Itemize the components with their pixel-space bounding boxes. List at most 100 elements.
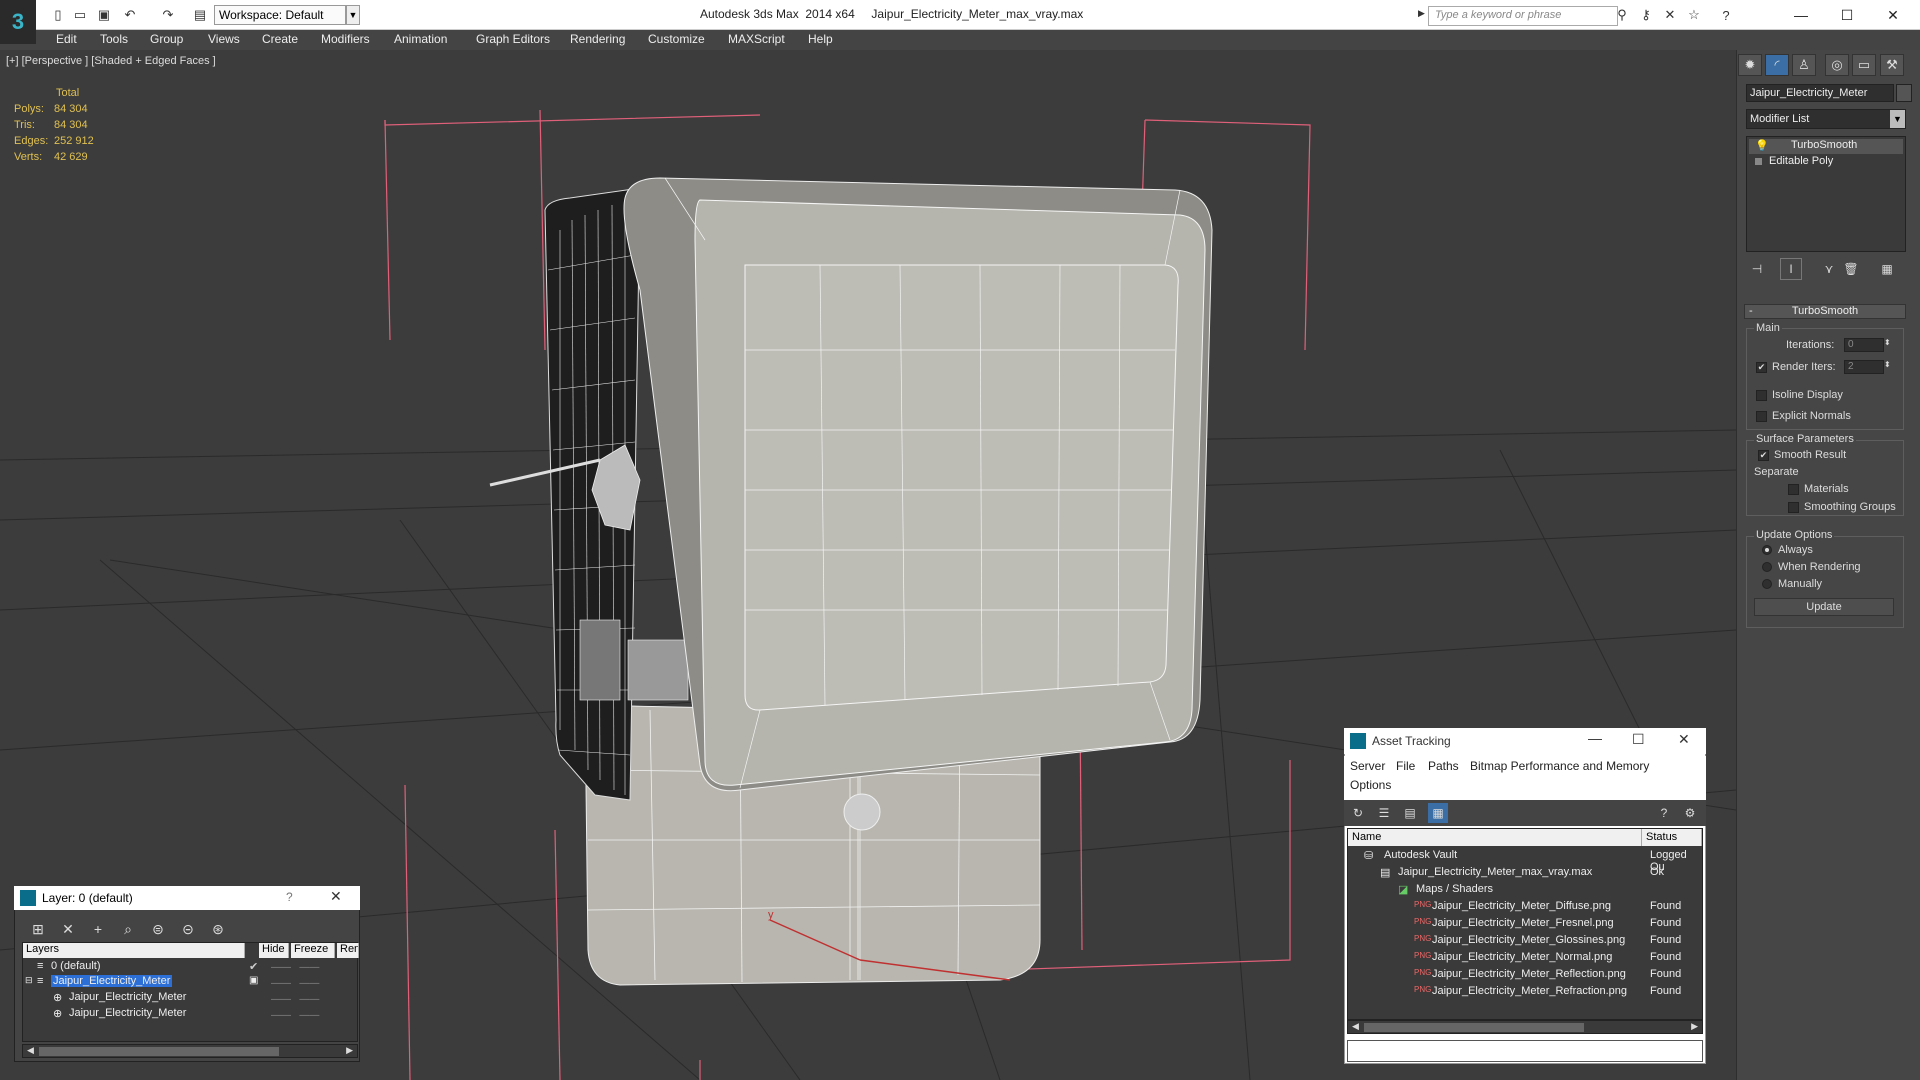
- asset-menu-bitmap-performance[interactable]: Bitmap Performance and Memory: [1470, 759, 1649, 773]
- scroll-left-icon[interactable]: ◀: [1352, 1021, 1359, 1032]
- update-always-radio[interactable]: [1762, 545, 1772, 555]
- asset-row[interactable]: PNG Jaipur_Electricity_Meter_Refraction.…: [1348, 983, 1702, 1000]
- app-logo-icon[interactable]: 3: [0, 0, 36, 44]
- layer-row[interactable]: ≡ 0 (default) ✔: [23, 960, 258, 975]
- scroll-right-icon[interactable]: ▶: [346, 1045, 353, 1056]
- asset-menu-paths[interactable]: Paths: [1428, 759, 1459, 773]
- render-iters-spinner-arrows-icon[interactable]: ⬍: [1884, 360, 1891, 369]
- expand-box-icon[interactable]: [1755, 158, 1762, 165]
- subscription-key-icon[interactable]: ⚷: [1636, 5, 1656, 25]
- favorites-star-icon[interactable]: ☆: [1684, 5, 1704, 25]
- select-objects-in-layer-icon[interactable]: ⌕: [116, 918, 140, 940]
- asset-close-icon[interactable]: ✕: [1678, 731, 1690, 748]
- menu-edit[interactable]: Edit: [56, 32, 77, 46]
- binoculars-icon[interactable]: ⚲: [1612, 5, 1632, 25]
- search-arrow-icon[interactable]: ▶: [1418, 8, 1425, 19]
- column-layers[interactable]: Layers: [23, 943, 245, 958]
- menu-customize[interactable]: Customize: [648, 32, 705, 46]
- object-color-swatch[interactable]: [1896, 84, 1912, 102]
- search-input[interactable]: Type a keyword or phrase: [1428, 6, 1618, 26]
- minimize-icon[interactable]: —: [1778, 0, 1824, 30]
- menu-help[interactable]: Help: [808, 32, 833, 46]
- stack-item-turbosmooth[interactable]: 💡 TurboSmooth: [1749, 139, 1903, 154]
- open-file-icon[interactable]: ▭: [70, 5, 90, 25]
- delete-layer-icon[interactable]: ✕: [56, 918, 80, 940]
- modify-tab-icon[interactable]: ◜: [1765, 54, 1789, 76]
- create-tab-icon[interactable]: ✹: [1738, 54, 1762, 76]
- asset-row[interactable]: PNG Jaipur_Electricity_Meter_Glossines.p…: [1348, 932, 1702, 949]
- redo-icon[interactable]: ↷: [158, 5, 178, 25]
- asset-row[interactable]: ◪ Maps / Shaders: [1348, 881, 1702, 898]
- scroll-thumb[interactable]: [39, 1047, 279, 1056]
- scroll-right-icon[interactable]: ▶: [1691, 1021, 1698, 1032]
- new-file-icon[interactable]: ▯: [48, 5, 68, 25]
- scroll-left-icon[interactable]: ◀: [27, 1045, 34, 1056]
- motion-tab-icon[interactable]: ◎: [1825, 54, 1849, 76]
- hide-all-layers-icon[interactable]: ⊝: [176, 918, 200, 940]
- freeze-all-layers-icon[interactable]: ⊛: [206, 918, 230, 940]
- menu-create[interactable]: Create: [262, 32, 298, 46]
- project-folder-icon[interactable]: ▤: [190, 5, 210, 25]
- update-button[interactable]: Update: [1754, 598, 1894, 616]
- update-when-rendering-radio[interactable]: [1762, 562, 1772, 572]
- make-unique-icon[interactable]: ⋎: [1818, 258, 1840, 280]
- layer-row[interactable]: ⊕ Jaipur_Electricity_Meter: [23, 1007, 248, 1022]
- menu-views[interactable]: Views: [208, 32, 240, 46]
- menu-tools[interactable]: Tools: [100, 32, 128, 46]
- layer-row[interactable]: ⊕ Jaipur_Electricity_Meter: [23, 991, 248, 1006]
- turbosmooth-rollout-header[interactable]: - TurboSmooth: [1744, 304, 1906, 319]
- workspace-dropdown[interactable]: Workspace: Default: [214, 5, 346, 25]
- asset-row[interactable]: PNG Jaipur_Electricity_Meter_Normal.png …: [1348, 949, 1702, 966]
- asset-row[interactable]: PNG Jaipur_Electricity_Meter_Reflection.…: [1348, 966, 1702, 983]
- modifier-list-dropdown[interactable]: Modifier List: [1746, 109, 1906, 129]
- menu-animation[interactable]: Animation: [394, 32, 447, 46]
- asset-row[interactable]: PNG Jaipur_Electricity_Meter_Fresnel.png…: [1348, 915, 1702, 932]
- layer-state-columns[interactable]: —— —— —— —— —— —— —— ——: [271, 960, 351, 1024]
- create-new-layer-icon[interactable]: ⊞: [26, 918, 50, 940]
- asset-menu-file[interactable]: File: [1396, 759, 1415, 773]
- maximize-icon[interactable]: ☐: [1824, 0, 1870, 30]
- render-iters-spinner[interactable]: 2: [1844, 360, 1884, 374]
- render-iters-checkbox[interactable]: ✔: [1756, 362, 1767, 373]
- hierarchy-tab-icon[interactable]: ♙: [1792, 54, 1816, 76]
- pin-stack-icon[interactable]: ⊣: [1746, 258, 1768, 280]
- column-render[interactable]: Ren: [337, 943, 359, 958]
- separate-materials-checkbox[interactable]: [1788, 484, 1799, 495]
- list-view-icon[interactable]: ☰: [1374, 803, 1394, 823]
- communication-center-icon[interactable]: ✕: [1660, 5, 1680, 25]
- configure-modifier-sets-icon[interactable]: ▦: [1876, 258, 1898, 280]
- show-end-result-icon[interactable]: I: [1780, 258, 1802, 280]
- iterations-spinner-arrows-icon[interactable]: ⬍: [1884, 338, 1891, 347]
- layer-table-scrollbar[interactable]: ◀ ▶: [22, 1044, 358, 1058]
- asset-maximize-icon[interactable]: ☐: [1632, 731, 1645, 748]
- column-name[interactable]: Name: [1348, 829, 1642, 846]
- asset-menu-options[interactable]: Options: [1350, 778, 1391, 792]
- separate-smoothing-groups-checkbox[interactable]: [1788, 502, 1799, 513]
- layer-dialog-help-icon[interactable]: ?: [286, 890, 293, 904]
- highlight-selected-layer-icon[interactable]: ⊜: [146, 918, 170, 940]
- menu-modifiers[interactable]: Modifiers: [321, 32, 370, 46]
- scroll-thumb[interactable]: [1364, 1023, 1584, 1032]
- table-view-icon[interactable]: ▤: [1400, 803, 1420, 823]
- remove-modifier-icon[interactable]: 🗑: [1840, 258, 1862, 280]
- asset-menu-server[interactable]: Server: [1350, 759, 1385, 773]
- isoline-display-checkbox[interactable]: [1756, 390, 1767, 401]
- column-status[interactable]: Status: [1642, 829, 1702, 846]
- save-file-icon[interactable]: ▣: [94, 5, 114, 25]
- explicit-normals-checkbox[interactable]: [1756, 411, 1767, 422]
- menu-rendering[interactable]: Rendering: [570, 32, 625, 46]
- asset-table-scrollbar[interactable]: ◀ ▶: [1347, 1020, 1703, 1034]
- column-freeze[interactable]: Freeze: [291, 943, 335, 958]
- close-icon[interactable]: ✕: [1870, 0, 1916, 30]
- grid-view-icon[interactable]: ▦: [1428, 803, 1448, 823]
- layer-row[interactable]: ⊟ ≡ Jaipur_Electricity_Meter ▣: [23, 975, 258, 990]
- object-name-field[interactable]: Jaipur_Electricity_Meter: [1746, 84, 1894, 102]
- workspace-dropdown-arrow-icon[interactable]: ▼: [346, 5, 360, 25]
- asset-row[interactable]: ▤ Jaipur_Electricity_Meter_max_vray.max …: [1348, 864, 1702, 881]
- undo-icon[interactable]: ↶: [120, 5, 140, 25]
- help-icon[interactable]: ?: [1716, 5, 1736, 25]
- utilities-tab-icon[interactable]: ⚒: [1880, 54, 1904, 76]
- add-to-layer-icon[interactable]: ▣: [249, 975, 258, 986]
- layer-dialog-close-icon[interactable]: ✕: [330, 888, 342, 905]
- menu-graph-editors[interactable]: Graph Editors: [476, 32, 550, 46]
